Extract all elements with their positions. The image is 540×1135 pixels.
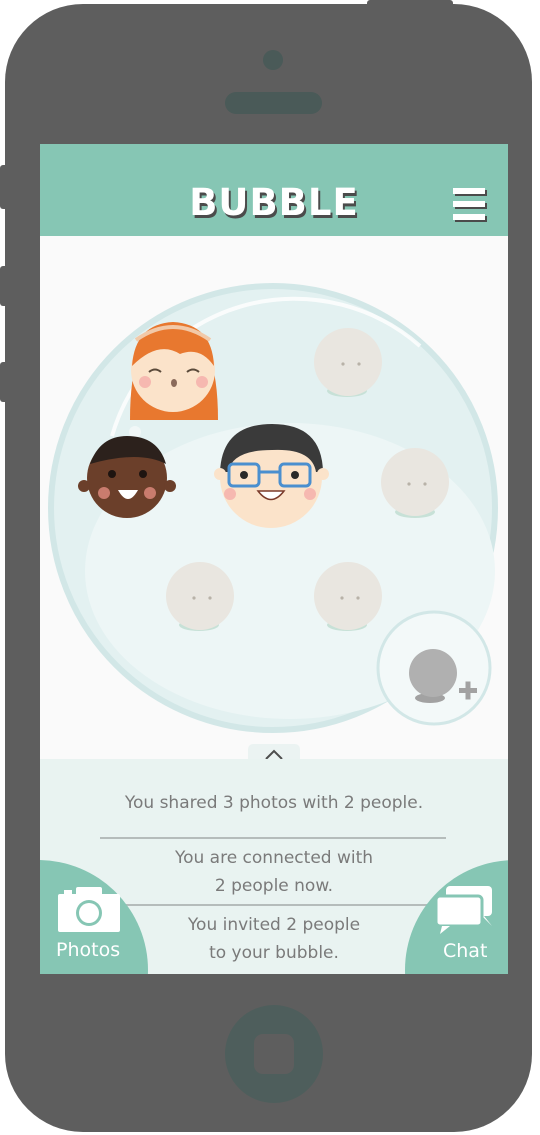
front-camera xyxy=(263,50,283,70)
app-header: BUBBLE xyxy=(40,144,508,236)
activity-item-photos: You shared 3 photos with 2 people. xyxy=(124,793,424,813)
earpiece-speaker xyxy=(225,92,322,114)
add-person-icon[interactable] xyxy=(376,610,492,726)
hamburger-menu-icon[interactable] xyxy=(453,188,485,222)
home-button[interactable] xyxy=(225,1005,323,1103)
chat-label: Chat xyxy=(443,940,488,962)
chat-icon xyxy=(436,886,492,934)
app-title: BUBBLE xyxy=(189,181,359,224)
bubble-area xyxy=(40,236,508,796)
activity-divider xyxy=(110,904,440,906)
photos-label: Photos xyxy=(56,939,121,961)
camera-icon xyxy=(58,887,120,932)
home-button-square xyxy=(254,1034,294,1074)
activity-divider xyxy=(100,837,446,839)
avatar-girl[interactable] xyxy=(130,322,218,420)
app-screen: BUBBLE You shared 3 photos with 2 people… xyxy=(40,144,508,974)
